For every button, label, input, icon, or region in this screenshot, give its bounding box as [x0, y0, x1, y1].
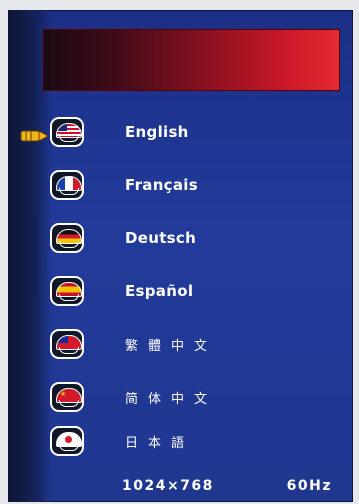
osd-header-bar [43, 29, 340, 91]
refresh-rate-readout: 60Hz [286, 478, 332, 494]
germany-flag-icon [50, 223, 84, 253]
language-item-german[interactable]: Deutsch [50, 220, 330, 256]
language-label: Español [125, 282, 194, 300]
status-bar: 1024×768 60Hz [122, 478, 332, 494]
taiwan-flag-icon [50, 329, 84, 359]
language-label: 繁體中文 [125, 338, 218, 354]
language-item-traditional-chinese[interactable]: 繁體中文 [50, 326, 330, 362]
language-item-japanese[interactable]: 日本語 [50, 423, 330, 459]
china-flag-icon: ★ [50, 382, 84, 412]
language-label: 日本語 [125, 435, 195, 451]
japan-flag-icon [50, 426, 84, 456]
language-label: English [125, 123, 189, 141]
france-flag-icon [50, 170, 84, 200]
language-label: 简体中文 [125, 391, 218, 407]
language-item-simplified-chinese[interactable]: ★ 简体中文 [50, 379, 330, 415]
language-item-french[interactable]: Français [50, 167, 330, 203]
language-label: Deutsch [125, 229, 197, 247]
selection-pointer-icon [20, 130, 49, 142]
language-label: Français [125, 176, 198, 194]
us-flag-icon [50, 117, 84, 147]
language-item-english[interactable]: English [50, 114, 330, 150]
spain-flag-icon [50, 276, 84, 306]
language-item-spanish[interactable]: Español [50, 273, 330, 309]
resolution-readout: 1024×768 [122, 478, 214, 494]
